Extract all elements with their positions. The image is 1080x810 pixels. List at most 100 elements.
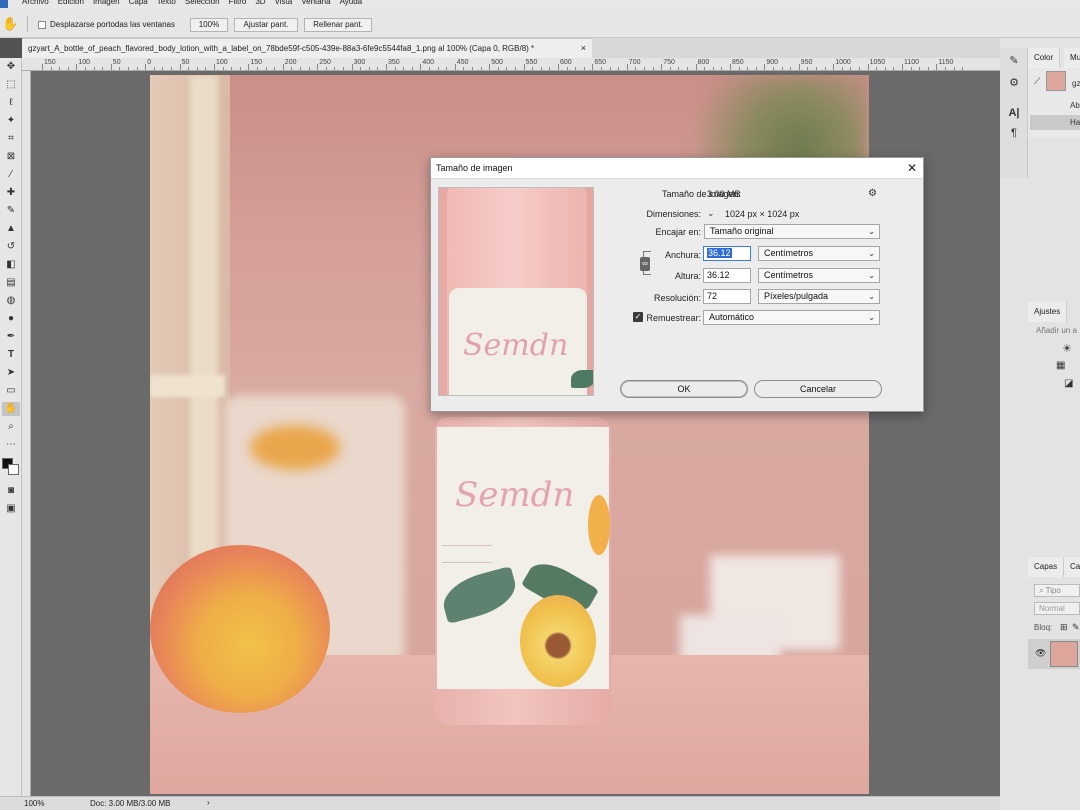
ruler-tick <box>145 64 147 70</box>
ruler-tick <box>532 67 534 70</box>
cancel-button[interactable]: Cancelar <box>754 380 882 398</box>
brush-tool-icon[interactable]: ✎ <box>2 204 20 218</box>
chevron-down-icon: ⌄ <box>868 292 875 301</box>
menu-list: Archivo Edición Imagen Capa Texto Selección Fi… <box>22 0 362 6</box>
type-tool-icon[interactable]: T <box>2 348 20 362</box>
ruler-tick <box>945 67 946 70</box>
resample-dropdown[interactable]: Automático ⌄ <box>703 310 880 325</box>
scroll-all-windows-checkbox[interactable] <box>38 21 46 29</box>
menu-item[interactable]: Selección <box>185 0 220 6</box>
pen-tool-icon[interactable]: ✒ <box>2 330 20 344</box>
tab-adjustments[interactable]: Ajustes <box>1028 302 1068 322</box>
quick-mask-icon[interactable]: ◙ <box>2 484 20 498</box>
status-arrow-icon[interactable]: › <box>207 798 210 807</box>
crop-tool-icon[interactable]: ⌗ <box>2 132 20 146</box>
ruler-tick <box>231 67 233 70</box>
layer-thumbnail[interactable] <box>1050 641 1078 667</box>
menu-item[interactable]: Filtro <box>229 0 247 6</box>
eyedropper-tool-icon[interactable]: ⁄ <box>2 168 20 182</box>
menu-item[interactable]: Ayuda <box>340 0 363 6</box>
ruler-tick <box>540 67 542 70</box>
history-item[interactable]: Ha <box>1030 115 1080 130</box>
levels-icon[interactable]: ▦ <box>1056 360 1065 371</box>
height-unit-dropdown[interactable]: Centímetros ⌄ <box>758 268 880 283</box>
menu-item[interactable]: Texto <box>157 0 176 6</box>
gradient-map-icon[interactable]: ◪ <box>1064 378 1073 389</box>
path-selection-tool-icon[interactable]: ➤ <box>2 366 20 380</box>
lock-transparency-icon[interactable]: ⊞ <box>1060 622 1068 633</box>
label-peach-small <box>588 495 610 555</box>
tab-color-2[interactable]: Mu <box>1064 48 1080 68</box>
ruler-tick <box>962 67 964 70</box>
gradient-tool-icon[interactable]: ▤ <box>2 276 20 290</box>
character-icon[interactable]: A| <box>1006 106 1022 120</box>
width-unit-dropdown[interactable]: Centímetros ⌄ <box>758 246 880 261</box>
lasso-tool-icon[interactable]: ℓ <box>2 96 20 110</box>
document-tab[interactable]: gzyart_A_bottle_of_peach_flavored_body_l… <box>22 38 592 58</box>
history-item[interactable]: Ab <box>1030 98 1080 113</box>
background-color-swatch[interactable] <box>8 464 19 475</box>
menu-item[interactable]: Archivo <box>22 0 49 6</box>
healing-brush-tool-icon[interactable]: ✚ <box>2 186 20 200</box>
ok-button[interactable]: OK <box>620 380 748 398</box>
clone-stamp-tool-icon[interactable]: ▲ <box>2 222 20 236</box>
ruler-tick <box>626 64 628 70</box>
ruler-tick-label: 400 <box>422 59 435 66</box>
menu-item[interactable]: Vista <box>275 0 293 6</box>
properties-icon[interactable]: ⚙ <box>1006 76 1022 90</box>
menu-item[interactable]: Capa <box>129 0 148 6</box>
menu-item[interactable]: Edición <box>58 0 84 6</box>
width-field[interactable]: 36.12 <box>703 246 751 261</box>
fit-screen-button[interactable]: Ajustar pant. <box>234 18 298 32</box>
resolution-unit-dropdown[interactable]: Píxeles/pulgada ⌄ <box>758 289 880 304</box>
ruler-tick-label: 50 <box>181 59 190 66</box>
history-item[interactable]: gz <box>1072 76 1080 91</box>
tab-layers[interactable]: Capas <box>1028 557 1065 577</box>
close-document-icon[interactable]: × <box>581 39 586 58</box>
shelf-board <box>150 375 225 397</box>
layers-filter-input[interactable]: ⌕ Tipo <box>1034 584 1080 597</box>
height-field[interactable]: 36.12 <box>703 268 751 283</box>
history-brush-tool-icon[interactable]: ↺ <box>2 240 20 254</box>
ruler-tick <box>343 67 344 70</box>
chevron-down-icon: ⌄ <box>868 271 875 280</box>
magic-wand-tool-icon[interactable]: ✦ <box>2 114 20 128</box>
tab-channels[interactable]: Ca <box>1064 557 1080 577</box>
status-zoom[interactable]: 100% <box>24 799 44 808</box>
ruler-tick <box>953 67 955 70</box>
history-snapshot-thumbnail[interactable] <box>1046 71 1066 91</box>
paragraph-icon[interactable]: ¶ <box>1006 126 1022 140</box>
rectangle-tool-icon[interactable]: ▭ <box>2 384 20 398</box>
brush-settings-icon[interactable]: ✎ <box>1006 54 1022 68</box>
zoom-tool-icon[interactable]: ⌕ <box>2 420 20 434</box>
ruler-tick-label: 1150 <box>938 59 954 66</box>
frame-tool-icon[interactable]: ⊠ <box>2 150 20 164</box>
more-tools-icon[interactable]: ⋯ <box>2 438 20 452</box>
menu-item[interactable]: Imagen <box>93 0 120 6</box>
panel-icon-strip: ✎ ⚙ A| ¶ <box>1000 48 1028 178</box>
fit-to-dropdown[interactable]: Tamaño original ⌄ <box>704 224 880 239</box>
hand-tool-active-icon[interactable]: ✋ <box>2 402 20 416</box>
lock-pixels-icon[interactable]: ✎ <box>1072 622 1080 633</box>
chevron-down-icon[interactable]: ⌄ <box>707 208 715 219</box>
menu-item[interactable]: Ventana <box>301 0 330 6</box>
menu-item[interactable]: 3D <box>255 0 265 6</box>
brightness-icon[interactable]: ☀ <box>1062 342 1072 355</box>
image-preview[interactable]: Semdn <box>438 187 594 396</box>
zoom-100-button[interactable]: 100% <box>190 18 228 32</box>
blend-mode-select[interactable]: Normal <box>1034 602 1080 615</box>
gear-icon[interactable]: ⚙ <box>868 188 877 199</box>
layer-visibility-eye-icon[interactable]: 👁 <box>1035 648 1046 659</box>
ruler-tick <box>721 67 723 70</box>
screen-mode-icon[interactable]: ▣ <box>2 502 20 516</box>
dodge-tool-icon[interactable]: ● <box>2 312 20 326</box>
tab-color[interactable]: Color <box>1028 48 1061 68</box>
marquee-tool-icon[interactable]: ⬚ <box>2 78 20 92</box>
fill-screen-button[interactable]: Rellenar pant. <box>304 18 372 32</box>
blur-tool-icon[interactable]: ◍ <box>2 294 20 308</box>
move-tool-icon[interactable]: ✥ <box>2 60 20 74</box>
resolution-field[interactable]: 72 <box>703 289 751 304</box>
eraser-tool-icon[interactable]: ◧ <box>2 258 20 272</box>
hand-tool-icon[interactable]: ✋ <box>2 16 18 32</box>
close-icon[interactable]: ✕ <box>907 158 917 179</box>
